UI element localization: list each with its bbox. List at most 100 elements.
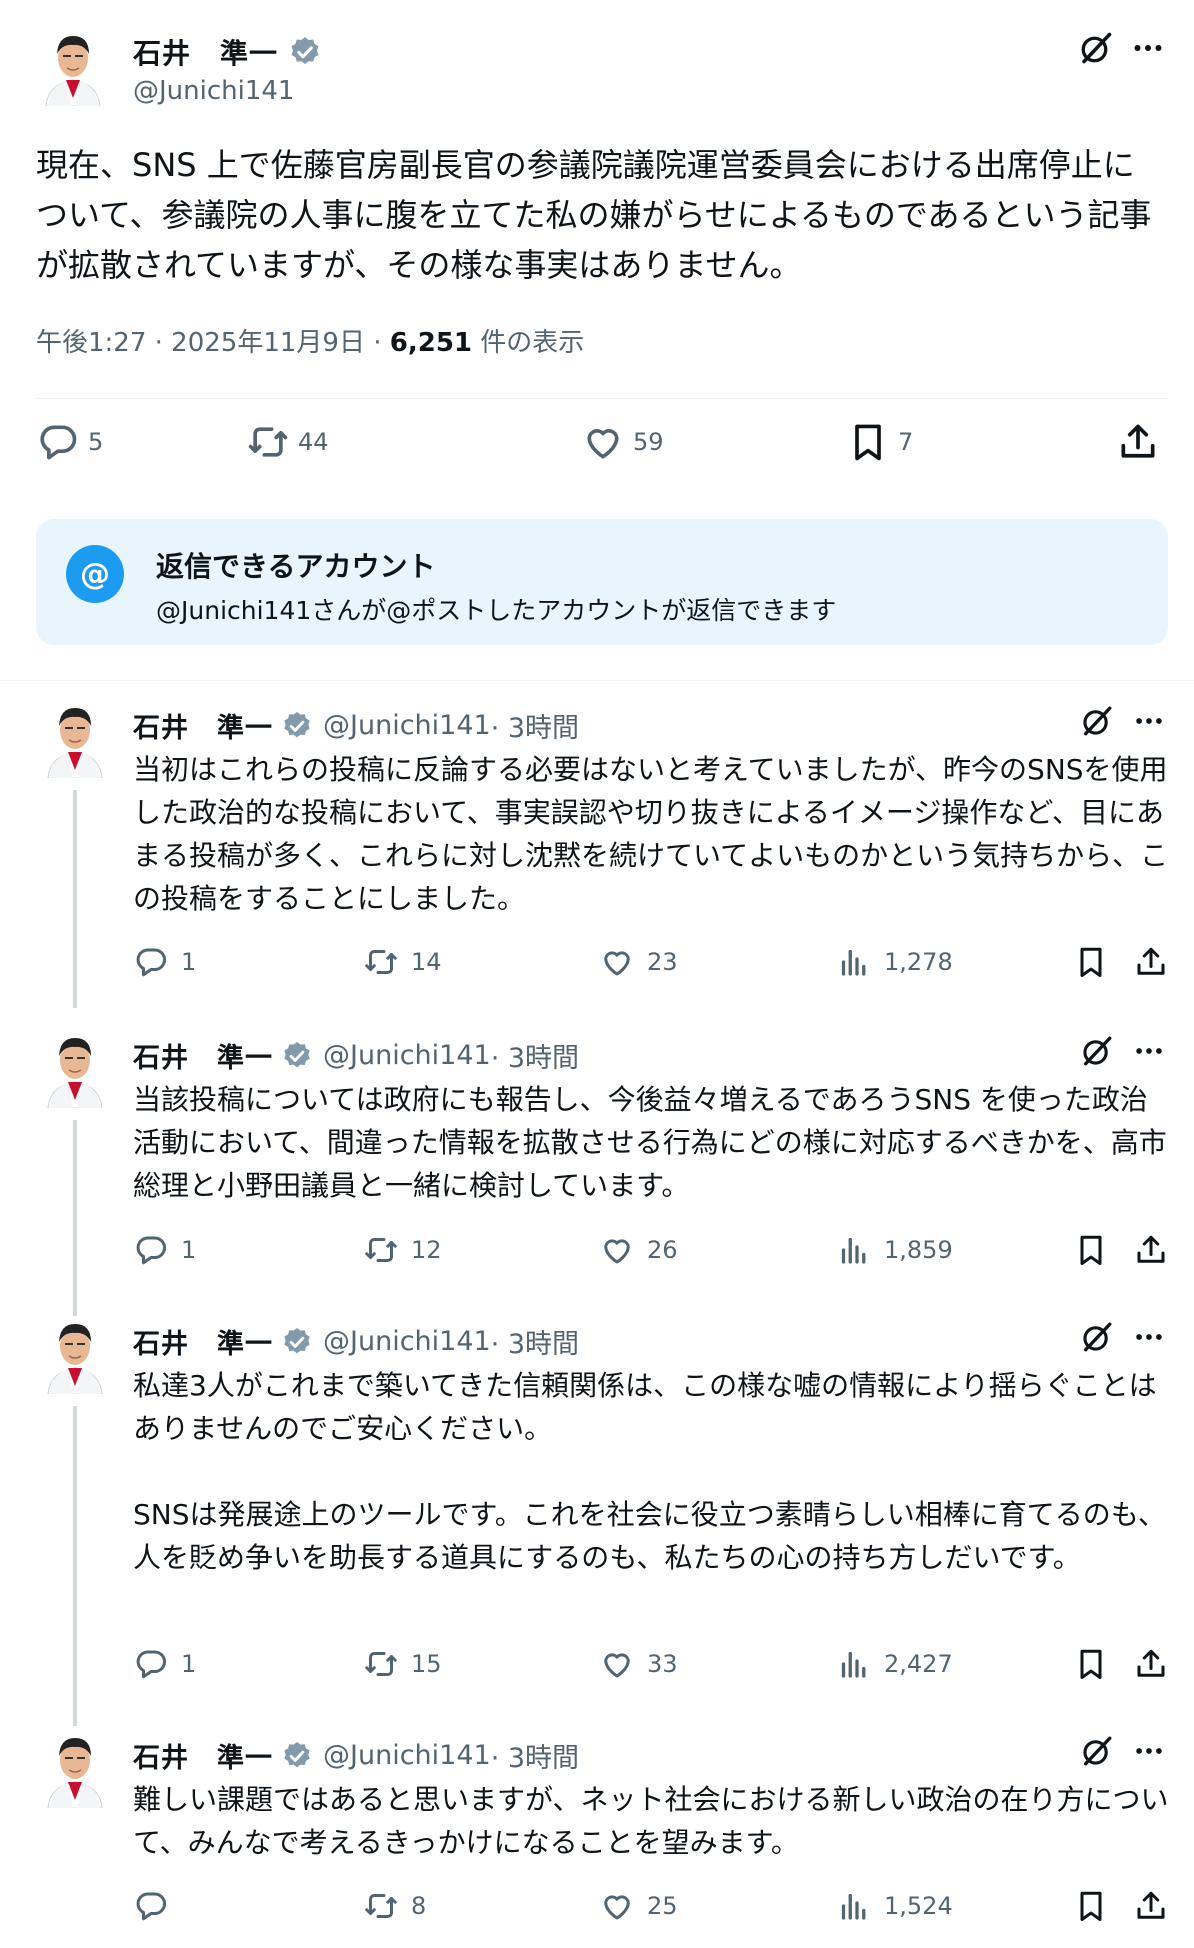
grok-icon[interactable] [1080, 1034, 1114, 1068]
author-name[interactable]: 石井 準一 [133, 1036, 273, 1075]
reply-button[interactable]: 1 [133, 1232, 196, 1268]
grok-icon[interactable] [1078, 30, 1114, 66]
action-bar: 5 44 59 7 [36, 420, 1168, 476]
verified-badge-icon[interactable] [281, 1040, 313, 1072]
verified-badge-icon[interactable] [288, 35, 322, 69]
repost-button[interactable]: 15 [363, 1646, 442, 1682]
view-label: 件の表示 [472, 328, 585, 358]
like-count: 25 [647, 1892, 678, 1920]
repost-icon [246, 420, 290, 464]
reply-icon [133, 944, 169, 980]
avatar[interactable] [40, 1730, 110, 1808]
bookmark-icon [1073, 1232, 1109, 1268]
reply-icon [133, 1646, 169, 1682]
views-icon [836, 1646, 872, 1682]
views-button[interactable]: 2,427 [836, 1646, 953, 1682]
repost-count: 44 [298, 428, 329, 456]
bookmark-button[interactable] [1073, 944, 1121, 980]
repost-button[interactable]: 8 [363, 1888, 426, 1924]
author-name[interactable]: 石井 準一 [133, 706, 273, 745]
bookmark-icon [1073, 1646, 1109, 1682]
verified-badge-icon[interactable] [281, 1740, 313, 1772]
avatar[interactable] [38, 28, 108, 106]
reply-count: 1 [181, 948, 197, 976]
verified-badge-icon[interactable] [281, 710, 313, 742]
more-icon[interactable] [1132, 1320, 1166, 1354]
views-count: 1,278 [884, 948, 953, 976]
author-handle[interactable]: @Junichi141 [323, 1740, 491, 1771]
more-icon[interactable] [1132, 704, 1166, 738]
more-icon[interactable] [1130, 30, 1166, 66]
share-button[interactable] [1116, 420, 1168, 464]
views-button[interactable]: 1,524 [836, 1888, 953, 1924]
views-count: 1,859 [884, 1236, 953, 1264]
reply-button[interactable]: 1 [133, 1646, 196, 1682]
reply-button[interactable] [133, 1888, 181, 1924]
repost-icon [363, 1232, 399, 1268]
reply-button[interactable]: 1 [133, 944, 196, 980]
repost-count: 12 [411, 1236, 442, 1264]
like-icon [599, 1232, 635, 1268]
views-icon [836, 1888, 872, 1924]
author-handle[interactable]: @Junichi141 [133, 76, 294, 106]
grok-icon[interactable] [1080, 1734, 1114, 1768]
share-button[interactable] [1133, 1232, 1181, 1268]
grok-icon[interactable] [1080, 1320, 1114, 1354]
at-icon: @ [66, 545, 124, 603]
author-handle[interactable]: @Junichi141 [323, 1040, 491, 1071]
bookmark-button[interactable] [1073, 1646, 1121, 1682]
more-icon[interactable] [1132, 1034, 1166, 1068]
like-button[interactable]: 23 [599, 944, 678, 980]
author-name[interactable]: 石井 準一 [133, 1322, 273, 1361]
share-button[interactable] [1133, 1888, 1181, 1924]
like-button[interactable]: 33 [599, 1646, 678, 1682]
share-button[interactable] [1133, 944, 1181, 980]
reply-icon [133, 1888, 169, 1924]
author-name[interactable]: 石井 準一 [133, 1736, 273, 1775]
author-handle[interactable]: @Junichi141 [323, 710, 491, 741]
like-icon [599, 1888, 635, 1924]
bookmark-button[interactable] [1073, 1232, 1121, 1268]
share-icon [1133, 1646, 1169, 1682]
tweet-time[interactable]: · 3時間 [491, 1036, 579, 1075]
views-button[interactable]: 1,859 [836, 1232, 953, 1268]
more-icon[interactable] [1132, 1734, 1166, 1768]
author-handle[interactable]: @Junichi141 [323, 1326, 491, 1357]
bookmark-icon [1073, 944, 1109, 980]
repost-button[interactable]: 12 [363, 1232, 442, 1268]
like-icon [581, 420, 625, 464]
bookmark-icon [846, 420, 890, 464]
avatar[interactable] [40, 700, 110, 778]
repost-button[interactable]: 44 [246, 420, 329, 464]
grok-icon[interactable] [1080, 704, 1114, 738]
reply-button[interactable]: 5 [36, 420, 103, 464]
reply-count: 1 [181, 1236, 197, 1264]
tweet-text: 当初はこれらの投稿に反論する必要はないと考えていましたが、昨今のSNSを使用した… [133, 753, 1169, 915]
like-button[interactable]: 25 [599, 1888, 678, 1924]
share-icon [1133, 944, 1169, 980]
tweet-time[interactable]: · 3時間 [491, 1736, 579, 1775]
views-icon [836, 944, 872, 980]
views-button[interactable]: 1,278 [836, 944, 953, 980]
like-button[interactable]: 59 [581, 420, 664, 464]
bookmark-button[interactable]: 7 [846, 420, 913, 464]
reply-restriction-notice: @ 返信できるアカウント @Junichi141さんが@ポストしたアカウントが返… [36, 519, 1168, 645]
share-button[interactable] [1133, 1646, 1181, 1682]
bookmark-count: 7 [898, 428, 914, 456]
like-count: 33 [647, 1650, 678, 1678]
like-button[interactable]: 26 [599, 1232, 678, 1268]
tweet-timestamp[interactable]: 午後1:27 · 2025年11月9日 · [36, 328, 390, 358]
like-icon [599, 944, 635, 980]
repost-icon [363, 1646, 399, 1682]
thread-line [73, 1406, 77, 1726]
author-name[interactable]: 石井 準一 [133, 32, 278, 72]
bookmark-button[interactable] [1073, 1888, 1121, 1924]
repost-button[interactable]: 14 [363, 944, 442, 980]
action-bar: 8 25 1,524 [133, 1888, 1173, 1932]
avatar[interactable] [40, 1030, 110, 1108]
verified-badge-icon[interactable] [281, 1326, 313, 1358]
tweet-time[interactable]: · 3時間 [491, 1322, 579, 1361]
action-bar: 1 15 33 2,427 [133, 1646, 1173, 1690]
avatar[interactable] [40, 1316, 110, 1394]
tweet-time[interactable]: · 3時間 [491, 706, 579, 745]
